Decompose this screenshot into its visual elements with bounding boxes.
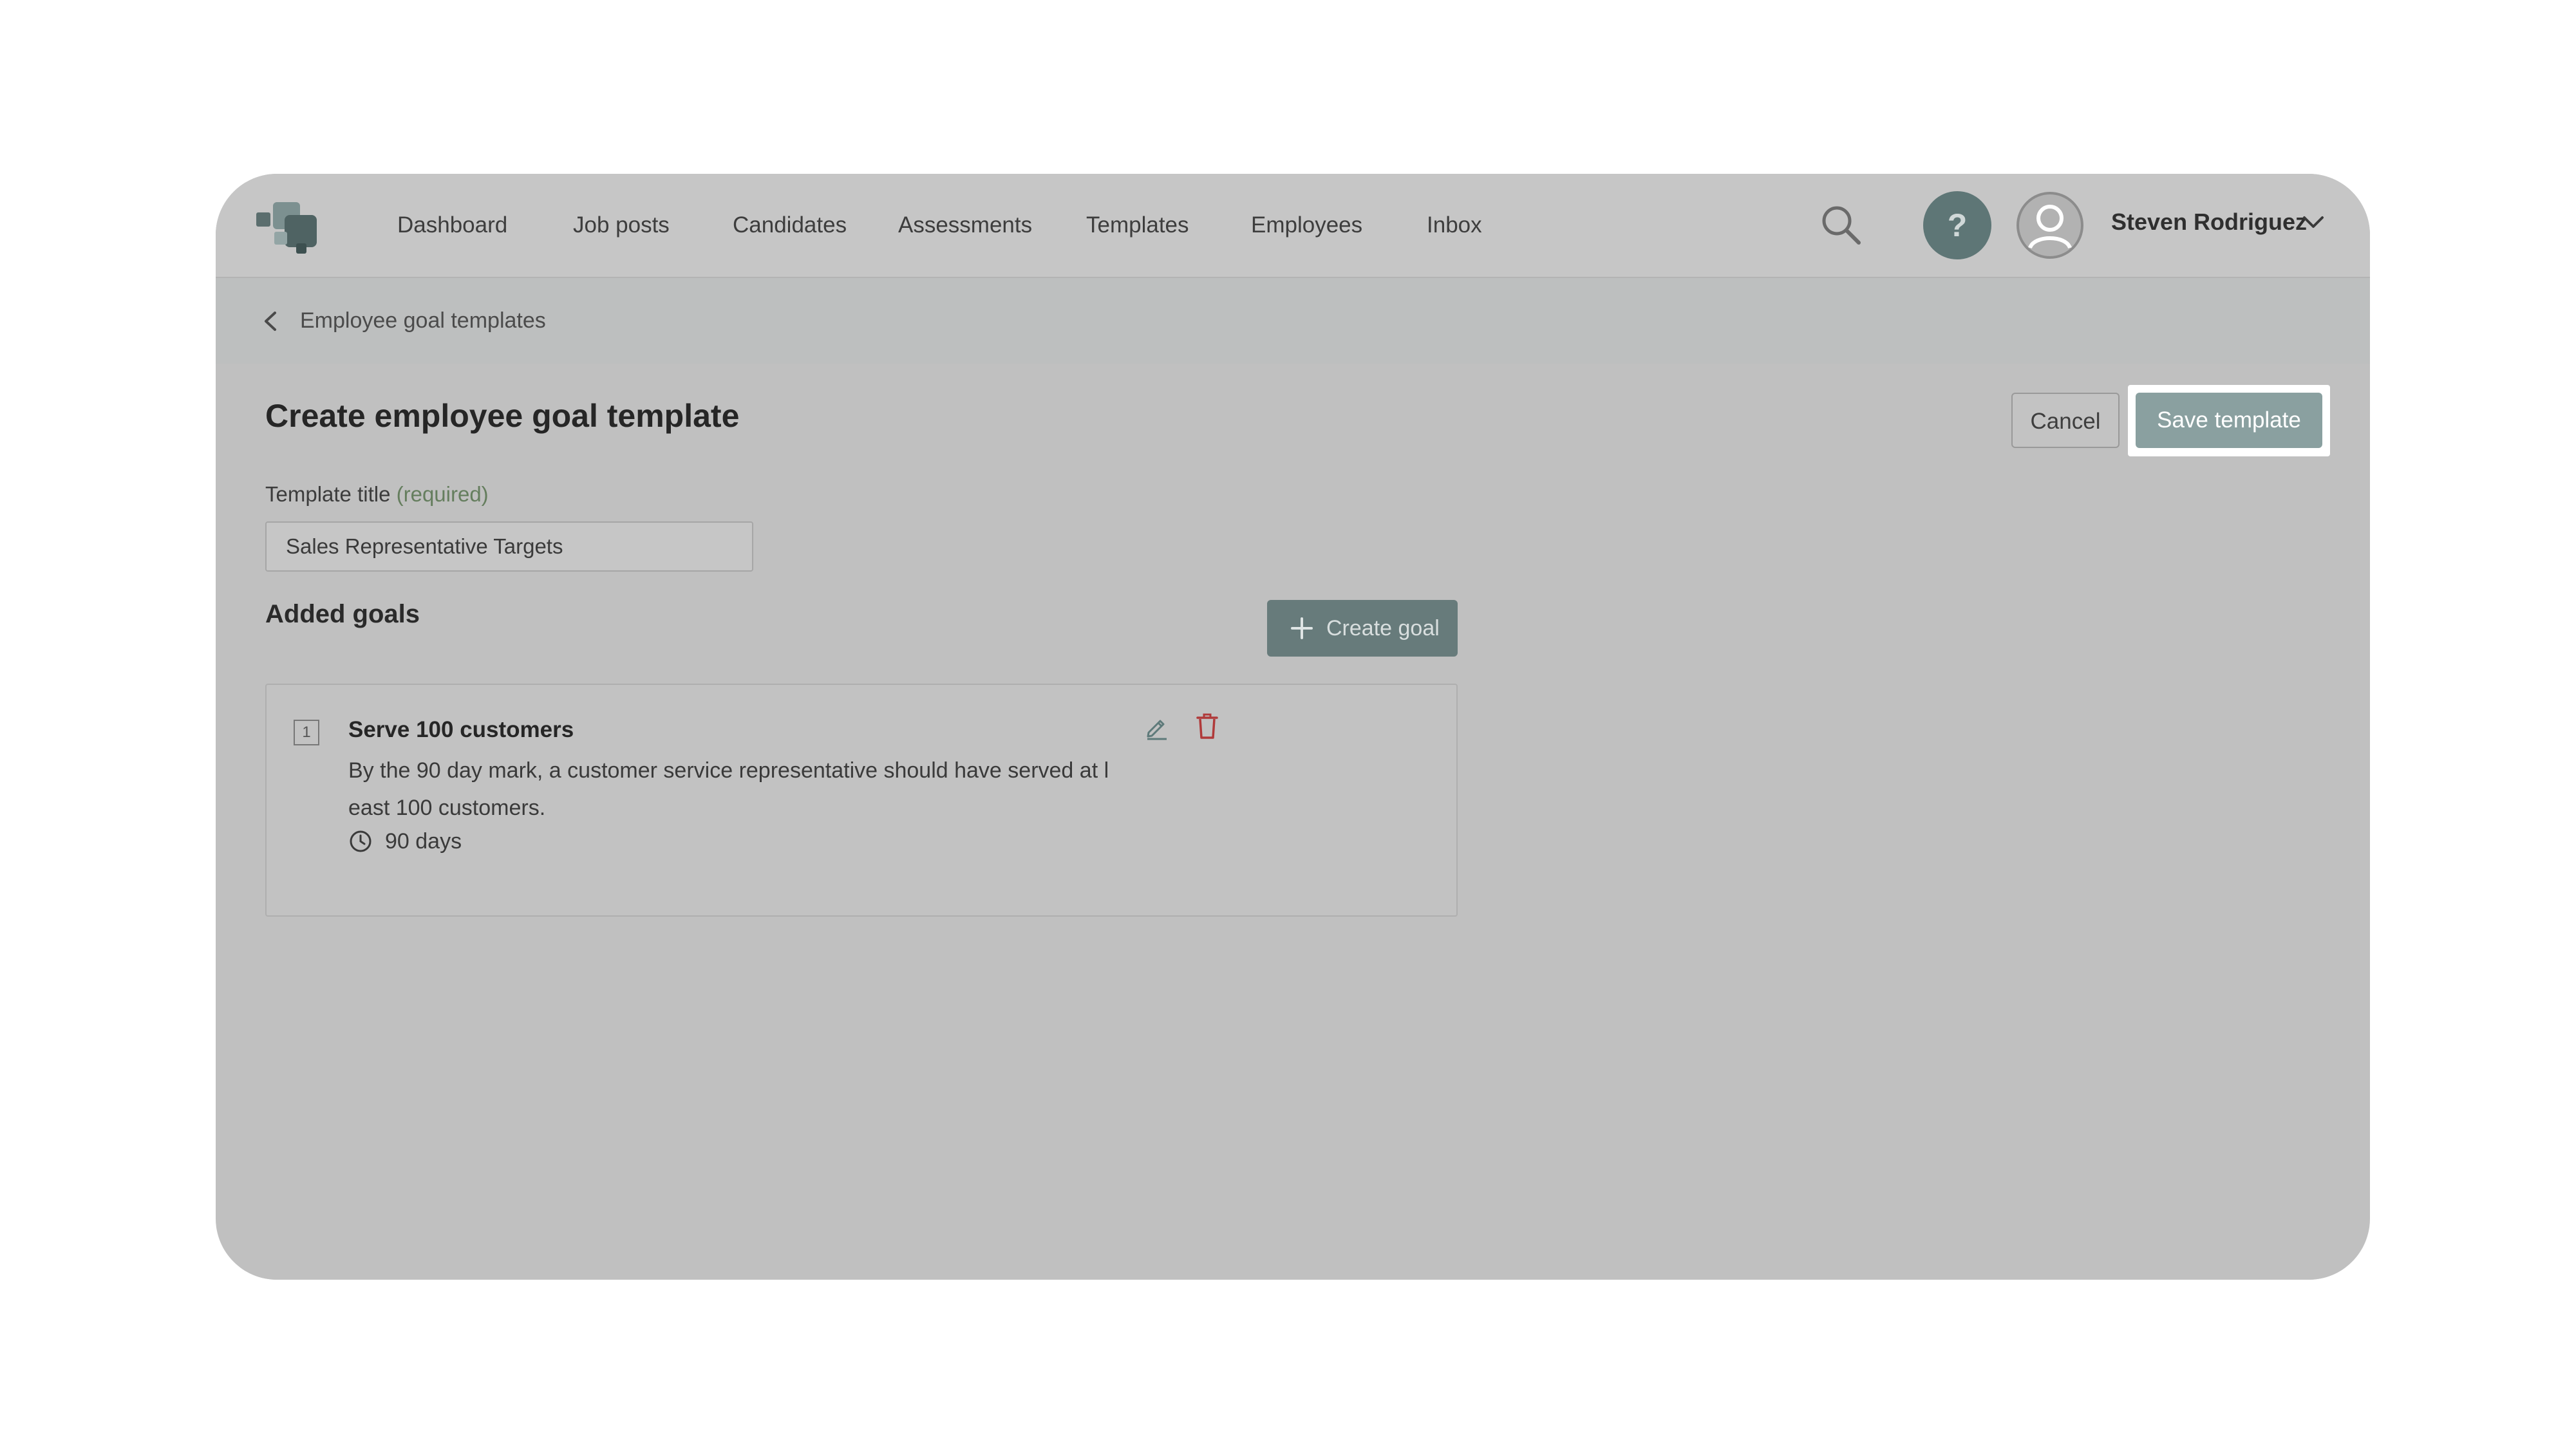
nav-job-posts[interactable]: Job posts	[573, 174, 670, 277]
help-icon: ?	[1947, 207, 1968, 243]
plus-icon	[1291, 617, 1313, 639]
nav-inbox[interactable]: Inbox	[1427, 174, 1482, 277]
nav-candidates[interactable]: Candidates	[733, 174, 847, 277]
template-title-label: Template title (required)	[265, 482, 489, 507]
chevron-left-icon[interactable]	[261, 310, 280, 332]
save-template-button[interactable]: Save template	[2136, 393, 2322, 448]
top-navigation: Dashboard Job posts Candidates Assessmen…	[216, 174, 2370, 278]
goal-card: 1 Serve 100 customers By the 90 day mark…	[265, 684, 1458, 917]
main-panel: Create employee goal template Cancel Sav…	[240, 365, 2346, 1280]
create-goal-button[interactable]: Create goal	[1267, 600, 1458, 657]
goal-number-badge: 1	[294, 720, 319, 745]
page-title: Create employee goal template	[265, 398, 740, 434]
required-indicator: (required)	[396, 482, 489, 506]
breadcrumb-link[interactable]: Employee goal templates	[300, 278, 546, 364]
trash-icon[interactable]	[1195, 712, 1219, 740]
clock-icon	[350, 830, 371, 852]
nav-assessments[interactable]: Assessments	[898, 174, 1032, 277]
goal-title: Serve 100 customers	[348, 717, 574, 742]
user-name[interactable]: Steven Rodriguez	[2111, 174, 2307, 270]
nav-templates[interactable]: Templates	[1086, 174, 1189, 277]
user-avatar-icon[interactable]	[2016, 191, 2084, 259]
chevron-down-icon[interactable]	[2300, 212, 2326, 232]
nav-dashboard[interactable]: Dashboard	[397, 174, 507, 277]
help-button[interactable]: ?	[1923, 191, 1991, 259]
pencil-icon[interactable]	[1143, 713, 1170, 740]
template-title-label-text: Template title	[265, 482, 391, 506]
cancel-button[interactable]: Cancel	[2011, 393, 2120, 448]
create-goal-label: Create goal	[1326, 616, 1440, 640]
search-icon[interactable]	[1819, 203, 1864, 248]
breadcrumb: Employee goal templates	[216, 278, 2370, 364]
app-logo[interactable]	[251, 193, 328, 257]
app-window: Dashboard Job posts Candidates Assessmen…	[216, 174, 2370, 1280]
template-title-input[interactable]: Sales Representative Targets	[265, 521, 753, 572]
goal-duration-text: 90 days	[385, 829, 462, 854]
added-goals-heading: Added goals	[265, 600, 420, 628]
nav-employees[interactable]: Employees	[1251, 174, 1362, 277]
goal-description: By the 90 day mark, a customer service r…	[348, 758, 1109, 820]
